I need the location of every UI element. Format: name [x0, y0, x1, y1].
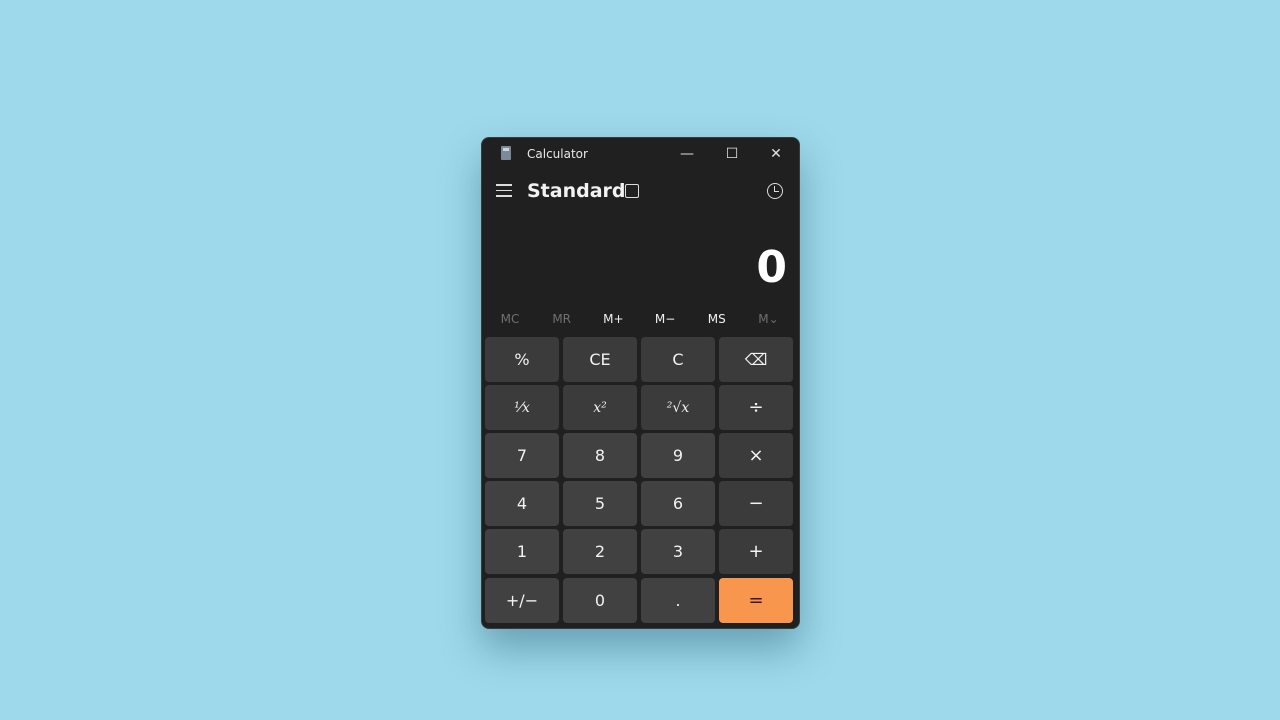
memory-bar: MC MR M+ M− MS M⌄	[482, 308, 799, 332]
digit-2-button[interactable]: 2	[563, 529, 637, 574]
decimal-button[interactable]: .	[641, 578, 715, 623]
memory-add-button[interactable]: M+	[587, 312, 639, 326]
digit-8-button[interactable]: 8	[563, 433, 637, 478]
title-bar[interactable]: Calculator — ☐ ✕	[482, 138, 799, 170]
negate-button[interactable]: +/−	[485, 578, 559, 623]
backspace-button[interactable]: ⌫	[719, 337, 793, 382]
divide-button[interactable]: ÷	[719, 385, 793, 430]
reciprocal-button[interactable]: ¹⁄x	[485, 385, 559, 430]
hamburger-menu-icon[interactable]	[496, 184, 512, 198]
memory-recall-button[interactable]: MR	[536, 312, 588, 326]
minimize-button[interactable]: —	[665, 138, 709, 170]
multiply-button[interactable]: ×	[719, 433, 793, 478]
digit-1-button[interactable]: 1	[485, 529, 559, 574]
subtract-button[interactable]: −	[719, 481, 793, 526]
memory-clear-button[interactable]: MC	[484, 312, 536, 326]
digit-6-button[interactable]: 6	[641, 481, 715, 526]
memory-list-button[interactable]: M⌄	[743, 312, 795, 326]
keep-on-top-icon[interactable]	[625, 184, 639, 198]
memory-store-button[interactable]: MS	[691, 312, 743, 326]
window-title: Calculator	[527, 147, 588, 161]
equals-button[interactable]: =	[719, 578, 793, 623]
calculator-app-icon	[501, 146, 511, 160]
result-display: 0	[756, 242, 787, 293]
add-button[interactable]: +	[719, 529, 793, 574]
close-button[interactable]: ✕	[754, 138, 798, 170]
calculator-window: Calculator — ☐ ✕ Standard 0 MC MR M+ M− MS M⌄…	[481, 137, 800, 629]
maximize-button[interactable]: ☐	[710, 138, 754, 170]
clear-entry-button[interactable]: CE	[563, 337, 637, 382]
mode-title: Standard	[527, 180, 626, 202]
history-icon[interactable]	[767, 183, 783, 199]
square-button[interactable]: x²	[563, 385, 637, 430]
digit-0-button[interactable]: 0	[563, 578, 637, 623]
digit-9-button[interactable]: 9	[641, 433, 715, 478]
digit-5-button[interactable]: 5	[563, 481, 637, 526]
digit-7-button[interactable]: 7	[485, 433, 559, 478]
clear-button[interactable]: C	[641, 337, 715, 382]
header: Standard	[482, 176, 799, 208]
percent-button[interactable]: %	[485, 337, 559, 382]
square-root-button[interactable]: ²√x	[641, 385, 715, 430]
digit-4-button[interactable]: 4	[485, 481, 559, 526]
digit-3-button[interactable]: 3	[641, 529, 715, 574]
memory-subtract-button[interactable]: M−	[639, 312, 691, 326]
